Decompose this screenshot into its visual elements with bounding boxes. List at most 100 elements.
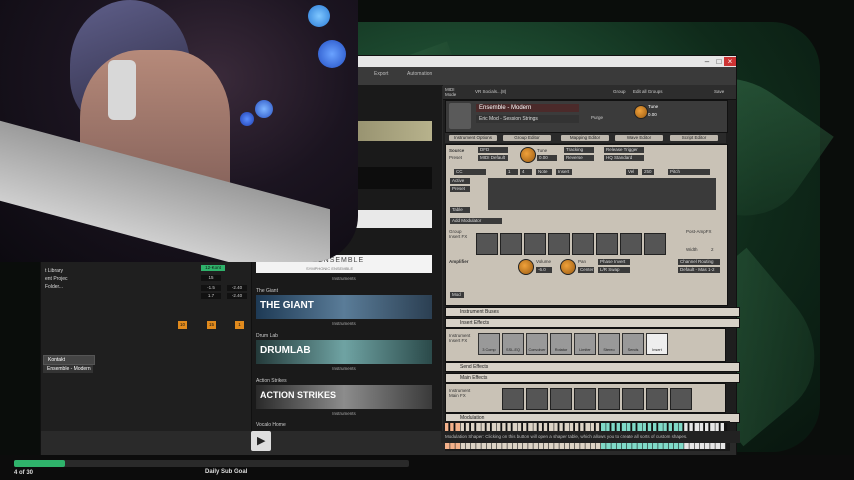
hq-select[interactable]: HQ Standard	[604, 155, 644, 161]
purge-button[interactable]: Purge	[591, 115, 603, 120]
fx-slot-limiter[interactable]: Limiter	[574, 333, 596, 355]
source-tune-knob-icon[interactable]	[520, 147, 536, 163]
insert-effects-section[interactable]: Insert Effects	[445, 318, 740, 328]
instrument-preset[interactable]: Eric Mod - Session Strings	[476, 115, 579, 123]
fx-slot[interactable]	[572, 233, 594, 255]
source-mode-select[interactable]: DFD	[478, 147, 508, 153]
edit-all-groups-button[interactable]: Edit all Groups	[633, 89, 663, 94]
fx-slot[interactable]	[476, 233, 498, 255]
mod-value-2[interactable]: 4	[520, 169, 532, 175]
send-effects-section[interactable]: Send Effects	[445, 362, 740, 372]
fx-slot-compressor[interactable]: 3 Comp	[478, 333, 500, 355]
fx-slot[interactable]	[620, 233, 642, 255]
fx-slot[interactable]	[596, 233, 618, 255]
pan-value[interactable]: Center	[578, 267, 594, 273]
fx-slot[interactable]	[548, 233, 570, 255]
save-button[interactable]: Save	[714, 89, 724, 94]
midi-default-select[interactable]: MIDI Default	[478, 155, 508, 161]
modulation-display[interactable]	[488, 178, 716, 210]
meter-value: -2.40	[227, 285, 247, 291]
browser-item[interactable]: t Library	[45, 268, 63, 274]
tab-instrument-options[interactable]: Instrument Options	[449, 135, 497, 141]
post-amp-fx-label: Post-AmpFX	[686, 229, 712, 234]
mod-val-field[interactable]: 250	[642, 169, 654, 175]
reverse-toggle[interactable]: Reverse	[564, 155, 594, 161]
fx-slot-rotator[interactable]: Rotator	[550, 333, 572, 355]
fx-slot[interactable]	[644, 233, 666, 255]
phase-invert-toggle[interactable]: Phase Invert	[598, 259, 630, 265]
fx-slot-insert[interactable]: Insert	[646, 333, 668, 355]
pan-knob-icon[interactable]	[560, 259, 576, 275]
add-modulator-button[interactable]: Add Modulator	[450, 218, 502, 224]
tracking-toggle[interactable]: Tracking	[564, 147, 594, 153]
group-button[interactable]: Group	[613, 89, 626, 94]
meter-value: 15	[201, 275, 221, 281]
track-activator[interactable]: 15	[207, 321, 216, 329]
preset-label[interactable]: Preset	[449, 155, 462, 160]
fx-slot[interactable]	[500, 233, 522, 255]
main-effects-section[interactable]: Main Effects	[445, 373, 740, 383]
close-icon[interactable]: ×	[724, 57, 736, 66]
browser-item[interactable]: Folder...	[45, 284, 63, 290]
fx-slot[interactable]	[574, 388, 596, 410]
mod-value-1[interactable]: 1	[506, 169, 518, 175]
fx-slot[interactable]	[526, 388, 548, 410]
orb-light	[255, 100, 273, 118]
volume-value[interactable]: -6.0	[536, 267, 552, 273]
minimize-icon[interactable]: –	[701, 57, 713, 66]
fx-slot[interactable]	[670, 388, 692, 410]
fx-slot[interactable]	[524, 233, 546, 255]
note-select[interactable]: Note	[536, 169, 552, 175]
pitch-select[interactable]: Pitch	[668, 169, 710, 175]
tab-group-editor[interactable]: Group Editor	[503, 135, 551, 141]
instruments-label[interactable]: Instruments	[256, 276, 432, 282]
amp-mod-button[interactable]: Mod	[450, 292, 464, 298]
fx-slot-eq[interactable]: SSL-EQ	[502, 333, 524, 355]
tab-script-editor[interactable]: Script Editor	[670, 135, 718, 141]
library-drumlab[interactable]: DRUMLAB	[256, 340, 432, 364]
mod-preset-select[interactable]: Preset	[450, 186, 470, 192]
fx-slot-sends[interactable]: Sends	[622, 333, 644, 355]
instruments-label[interactable]: Instruments	[256, 366, 432, 372]
instruments-label[interactable]: Instruments	[256, 321, 432, 327]
vel-select[interactable]: Vel	[626, 169, 638, 175]
fx-slot-stereo[interactable]: Stereo	[598, 333, 620, 355]
track-activator[interactable]: 1	[235, 321, 244, 329]
fx-slot[interactable]	[646, 388, 668, 410]
instrument-name[interactable]: Ensemble - Modern	[476, 104, 579, 112]
fx-slot[interactable]	[550, 388, 572, 410]
library-action-strikes[interactable]: ACTION STRIKES	[256, 385, 432, 409]
table-button[interactable]: Table	[450, 207, 470, 213]
fx-slot[interactable]	[502, 388, 524, 410]
amplifier-label: Amplifier	[449, 259, 469, 264]
orb-light	[308, 5, 330, 27]
export-button[interactable]: Export	[374, 71, 388, 77]
browser-item[interactable]: ent Projec	[45, 276, 68, 282]
track-header[interactable]: Kontakt	[43, 355, 95, 365]
library-giant[interactable]: THE GIANT	[256, 295, 432, 319]
tab-wave-editor[interactable]: Wave Editor	[615, 135, 663, 141]
automation-button[interactable]: Automation	[407, 71, 432, 77]
multi-name[interactable]: VR Socials...(8)	[475, 89, 506, 94]
clip-slot[interactable]: Ensemble - Modern	[43, 365, 93, 373]
insert-select[interactable]: Insert	[556, 169, 572, 175]
play-button[interactable]: ▶	[251, 431, 271, 451]
fx-slot[interactable]	[598, 388, 620, 410]
tune-knob-icon[interactable]	[634, 105, 648, 119]
output-select[interactable]: Default - Mas 1-2	[678, 267, 720, 273]
lr-swap-toggle[interactable]: L/R Swap	[598, 267, 630, 273]
track-activator[interactable]: 10	[178, 321, 187, 329]
channel-routing-button[interactable]: Channel Routing	[678, 259, 720, 265]
cc-select[interactable]: CC	[454, 169, 486, 175]
fx-slot-convolver[interactable]: Convolver	[526, 333, 548, 355]
instrument-buses-section[interactable]: Instrument Buses	[445, 307, 740, 317]
goal-count: 4 of 30	[14, 470, 34, 476]
tab-mapping-editor[interactable]: Mapping Editor	[561, 135, 609, 141]
fx-slot[interactable]	[622, 388, 644, 410]
active-toggle[interactable]: Active	[450, 178, 470, 184]
release-trigger-toggle[interactable]: Release Trigger	[604, 147, 644, 153]
instruments-label[interactable]: Instruments	[256, 411, 432, 417]
source-tune-value[interactable]: 0.00	[537, 155, 557, 161]
volume-knob-icon[interactable]	[518, 259, 534, 275]
track-title-meter[interactable]: 12-Kont	[201, 265, 225, 271]
